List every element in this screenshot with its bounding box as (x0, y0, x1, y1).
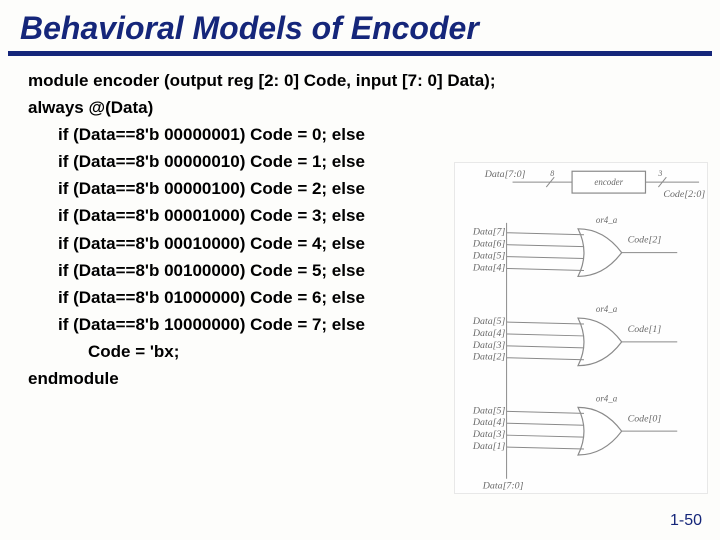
data-in-label: Data[3] (472, 429, 506, 440)
data-in-label: Data[5] (472, 316, 506, 327)
code-out-label: Code[1] (628, 324, 662, 335)
data-in-label: Data[3] (472, 340, 506, 351)
bottom-bus-label: Data[7:0] (482, 481, 524, 492)
data-in-label: Data[7] (472, 227, 506, 238)
slide-title: Behavioral Models of Encoder (0, 0, 720, 49)
data-in-label: Data[2] (472, 352, 506, 363)
data-in-label: Data[4] (472, 417, 506, 428)
encoder-schematic: encoder 8 Data[7:0] 3 Code[2:0] Code[2] … (454, 162, 708, 494)
gate-label: or4_a (596, 304, 618, 314)
code-out-label: Code[0] (628, 413, 662, 424)
bus-width-in: 8 (550, 169, 554, 178)
gate-label: or4_a (596, 215, 618, 225)
gate-label: or4_a (596, 393, 618, 403)
code-out-label: Code[2] (628, 235, 662, 246)
title-underline (8, 51, 712, 56)
data-in-label: Data[1] (472, 441, 506, 452)
bus-out-label: Code[2:0] (663, 189, 705, 200)
data-in-label: Data[6] (472, 239, 506, 250)
code-line-if: if (Data==8'b 00000001) Code = 0; else (28, 124, 700, 146)
code-line-always: always @(Data) (28, 97, 700, 119)
data-in-label: Data[5] (472, 405, 506, 416)
data-in-label: Data[4] (472, 328, 506, 339)
data-in-label: Data[5] (472, 251, 506, 262)
page-number: 1-50 (670, 512, 702, 530)
data-in-label: Data[4] (472, 262, 506, 273)
bus-width-out: 3 (657, 169, 662, 178)
bus-in-label: Data[7:0] (484, 169, 526, 180)
code-line-declaration: module encoder (output reg [2: 0] Code, … (28, 70, 700, 92)
encoder-block-label: encoder (594, 177, 623, 187)
